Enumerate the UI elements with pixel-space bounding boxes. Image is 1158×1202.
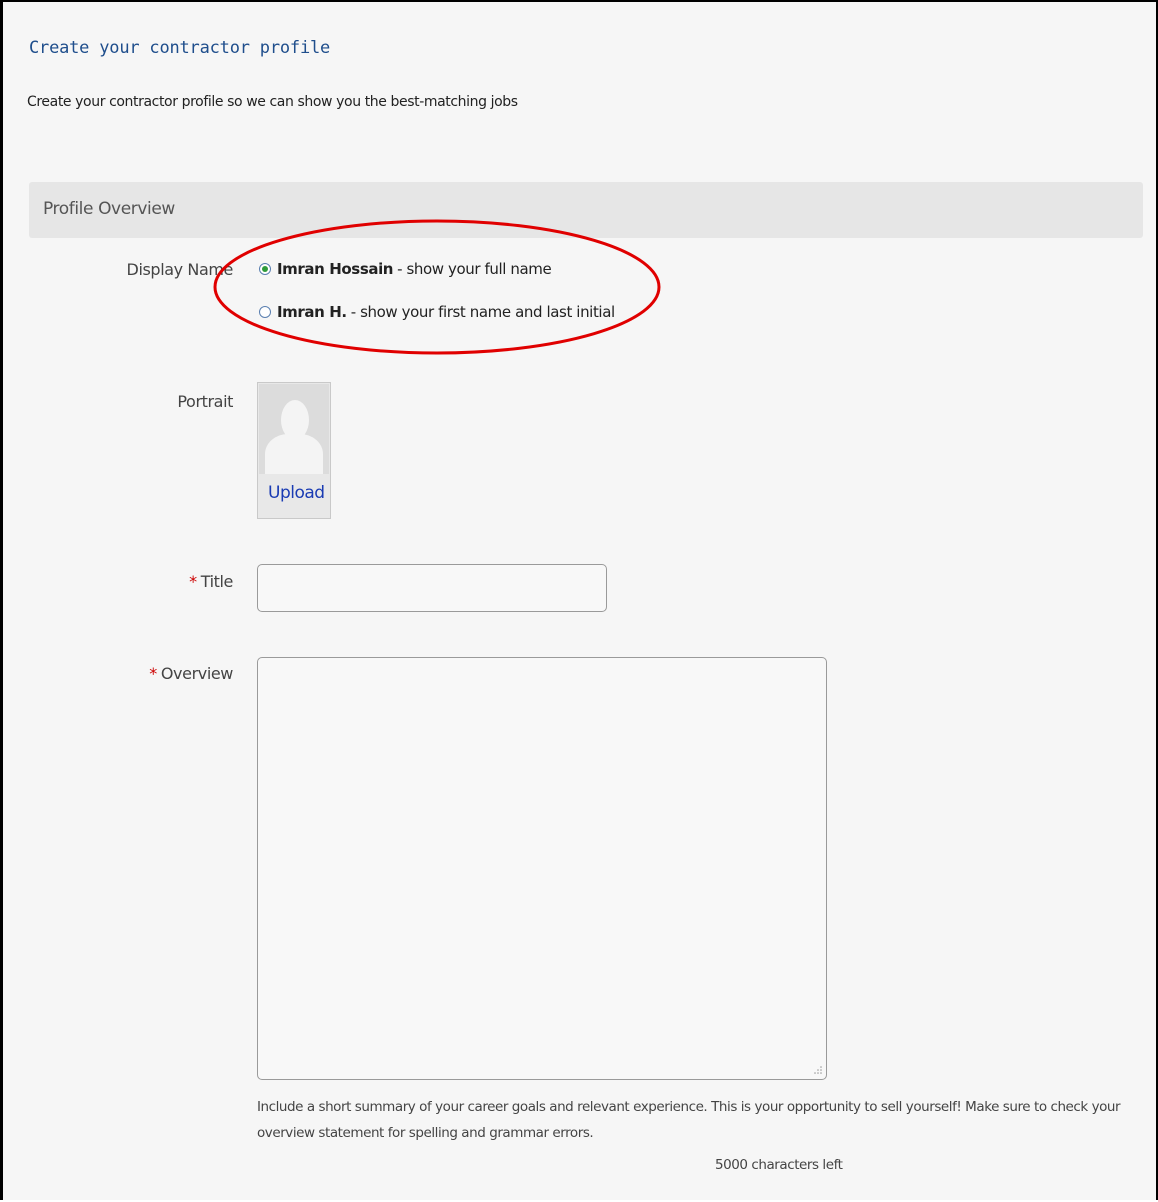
overview-help-text: Include a short summary of your career g… xyxy=(257,1099,1121,1141)
portrait-box[interactable]: Upload xyxy=(257,382,331,519)
title-label-text: Title xyxy=(200,572,234,591)
display-name-label: Display Name xyxy=(126,260,234,279)
radio-unselected-icon[interactable] xyxy=(259,306,271,318)
required-marker: * xyxy=(189,572,197,591)
option-description: - show your full name xyxy=(397,260,552,278)
page-subtitle: Create your contractor profile so we can… xyxy=(27,94,518,110)
option-name: Imran Hossain xyxy=(277,260,394,278)
overview-label: * Overview xyxy=(123,664,233,683)
required-marker: * xyxy=(149,664,157,683)
page-frame: Create your contractor profile Create yo… xyxy=(0,0,1158,1200)
display-name-option-full[interactable]: Imran Hossain - show your full name xyxy=(259,260,552,278)
overview-label-text: Overview xyxy=(160,664,234,683)
resize-grip-icon[interactable] xyxy=(813,1065,823,1076)
silhouette-shoulders xyxy=(265,434,323,474)
option-name: Imran H. xyxy=(277,303,347,321)
section-title: Profile Overview xyxy=(43,199,175,219)
person-silhouette-icon xyxy=(259,384,329,474)
portrait-label: Portrait xyxy=(177,392,233,411)
page-title: Create your contractor profile xyxy=(29,38,331,58)
option-description: - show your first name and last initial xyxy=(350,303,615,321)
section-header: Profile Overview xyxy=(29,182,1143,238)
title-input[interactable] xyxy=(257,564,607,612)
character-count: 5000 characters left xyxy=(715,1157,843,1173)
title-label: * Title xyxy=(123,572,233,591)
radio-selected-icon[interactable] xyxy=(259,263,271,275)
overview-textarea[interactable] xyxy=(257,657,827,1080)
display-name-option-initial[interactable]: Imran H. - show your first name and last… xyxy=(259,303,615,321)
upload-link[interactable]: Upload xyxy=(268,483,325,503)
